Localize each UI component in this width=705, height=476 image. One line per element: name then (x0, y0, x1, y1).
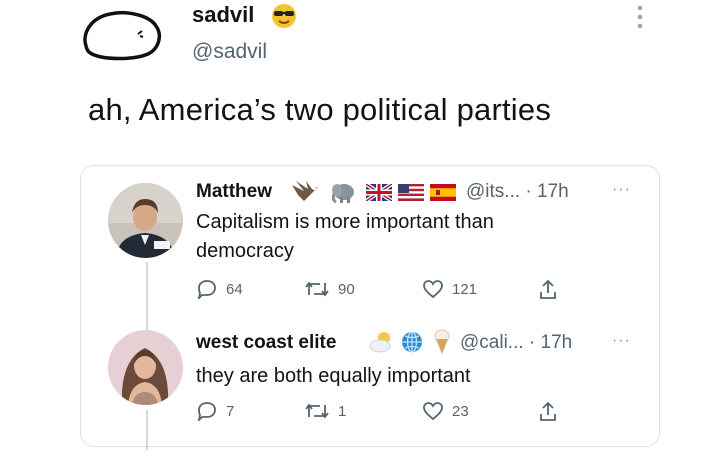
reply-avatar[interactable] (108, 330, 183, 405)
thread-connector (146, 410, 148, 450)
reply-text: they are both equally important (196, 365, 471, 387)
thread-connector (146, 262, 148, 334)
author-avatar[interactable] (80, 8, 164, 62)
uk-flag-icon (364, 182, 394, 206)
elephant-emoji-icon (330, 180, 358, 209)
sun-behind-cloud-emoji-icon (368, 330, 396, 359)
reply-handle-time[interactable]: @its... · 17h (466, 181, 569, 203)
retweet-count: 1 (338, 402, 347, 420)
retweet-icon (305, 281, 329, 297)
author-display-name[interactable]: sadvil (192, 2, 254, 28)
reply-count: 64 (226, 280, 243, 298)
comment-icon (197, 402, 216, 421)
reply-more-options-icon[interactable]: ··· (612, 181, 631, 199)
globe-emoji-icon (400, 330, 424, 359)
reply-author-name[interactable]: west coast elite (196, 332, 336, 354)
heart-icon (423, 402, 443, 421)
like-count: 23 (452, 402, 469, 420)
retweet-count: 90 (338, 280, 355, 298)
like-action[interactable]: 121 (422, 279, 477, 299)
share-action[interactable] (538, 401, 566, 423)
tweet-text: ah, America’s two political parties (88, 92, 552, 127)
more-options-icon[interactable] (636, 4, 644, 30)
ice-cream-emoji-icon (432, 328, 452, 361)
reply-action[interactable]: 64 (196, 279, 243, 299)
heart-icon (423, 280, 443, 299)
retweet-action[interactable]: 90 (304, 279, 355, 299)
sunglasses-emoji-icon (270, 2, 298, 30)
like-action[interactable]: 23 (422, 401, 469, 421)
retweet-icon (305, 403, 329, 419)
retweet-action[interactable]: 1 (304, 401, 346, 421)
us-flag-icon (398, 184, 424, 206)
comment-icon (197, 280, 216, 299)
reply-more-options-icon[interactable]: ··· (612, 332, 631, 350)
author-handle[interactable]: @sadvil (192, 40, 267, 64)
reply-count: 7 (226, 402, 235, 420)
share-action[interactable] (538, 279, 566, 301)
spain-flag-icon (430, 184, 456, 206)
reply-action[interactable]: 7 (196, 401, 234, 421)
like-count: 121 (452, 280, 478, 298)
share-icon (540, 401, 556, 421)
reply-avatar[interactable] (108, 183, 183, 258)
share-icon (540, 279, 556, 299)
reply-author-name[interactable]: Matthew (196, 181, 272, 203)
reply-text-continued: democracy (196, 240, 294, 262)
reply-text: Capitalism is more important than (196, 211, 494, 233)
eagle-emoji-icon (290, 179, 320, 210)
reply-handle-time[interactable]: @cali... · 17h (460, 332, 572, 354)
